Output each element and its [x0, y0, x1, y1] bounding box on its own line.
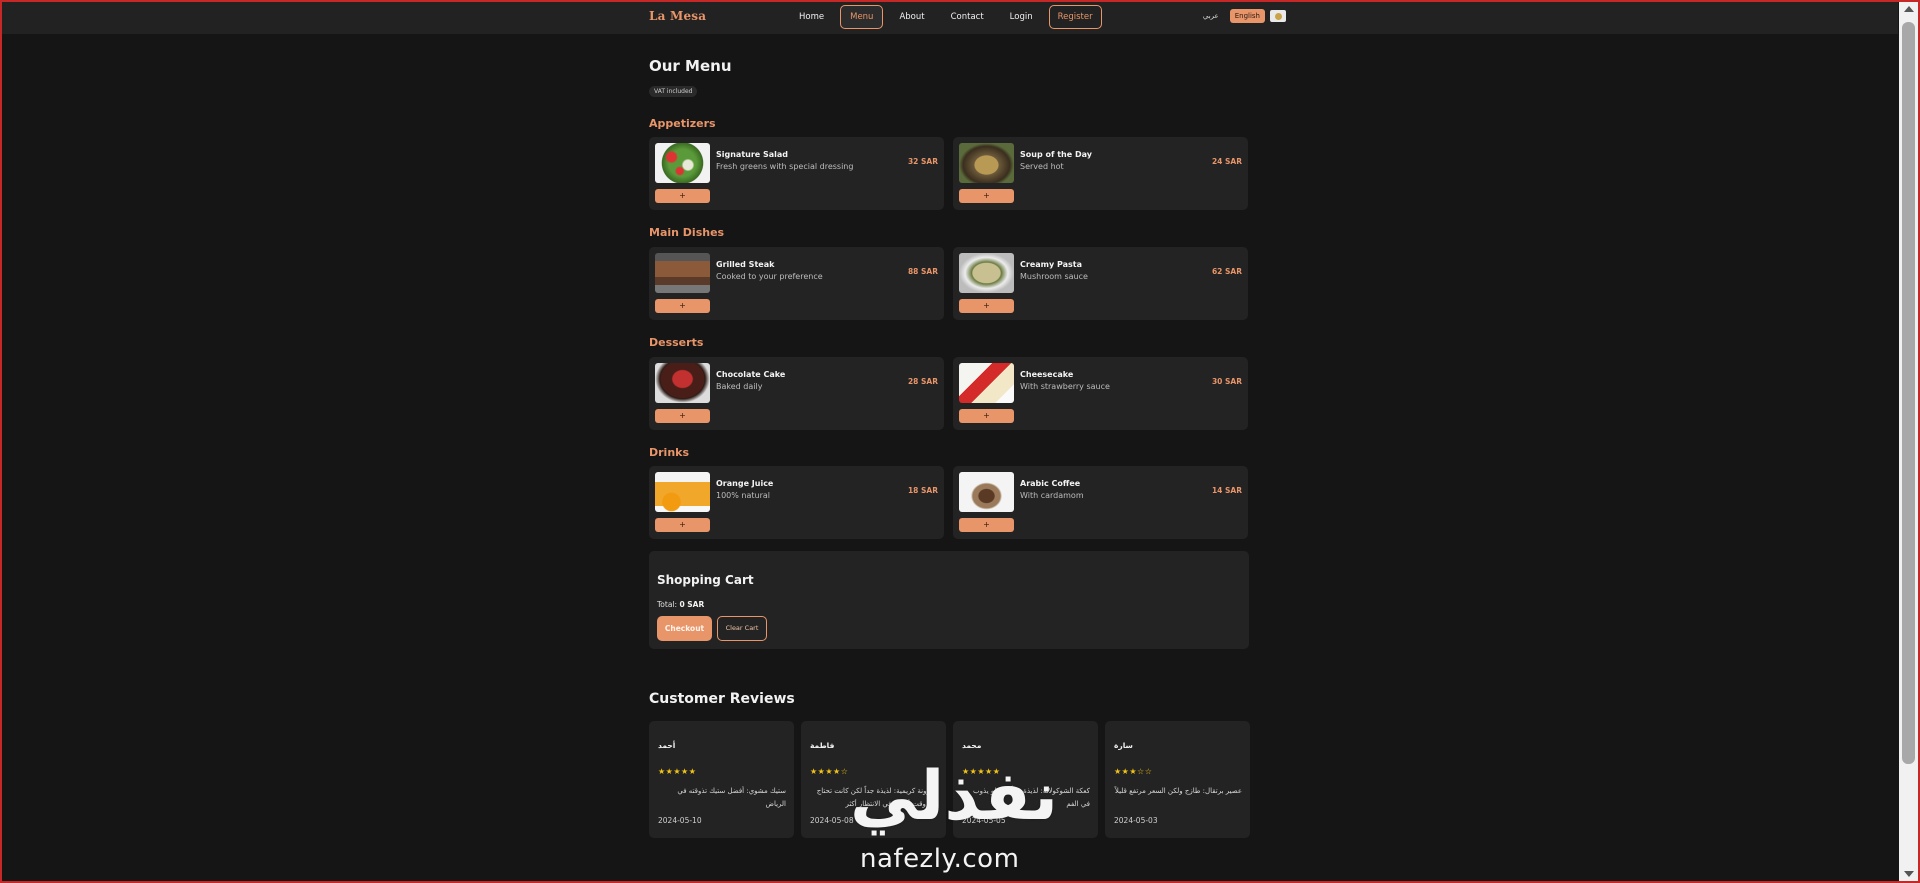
- page-title: Our Menu: [649, 57, 732, 75]
- food-image: [959, 472, 1014, 512]
- main-nav: Home Menu About Contact Login Register: [789, 5, 1102, 29]
- menu-item-price: 28 SAR: [907, 377, 938, 386]
- review-author: أحمد: [658, 741, 676, 750]
- food-image: [959, 143, 1014, 183]
- language-english[interactable]: English: [1229, 9, 1265, 23]
- menu-item-price: 62 SAR: [1211, 267, 1242, 276]
- add-to-cart-button[interactable]: +: [959, 518, 1014, 532]
- reviews-title: Customer Reviews: [649, 691, 795, 707]
- menu-item-name: Arabic Coffee: [1020, 479, 1081, 488]
- nav-home[interactable]: Home: [789, 5, 834, 29]
- menu-item-desc: With strawberry sauce: [1020, 382, 1110, 391]
- food-image: [959, 363, 1014, 403]
- nav-about[interactable]: About: [889, 5, 934, 29]
- menu-item-card: Chocolate Cake Baked daily 28 SAR +: [649, 357, 944, 430]
- review-card: أحمد ★★★★★ ستيك مشوي: أفضل ستيك تذوقته ف…: [649, 721, 794, 838]
- scroll-down-arrow-icon[interactable]: [1904, 871, 1914, 877]
- menu-item-desc: 100% natural: [716, 491, 771, 500]
- food-image: [959, 253, 1014, 293]
- add-to-cart-button[interactable]: +: [655, 299, 710, 313]
- cart-title: Shopping Cart: [657, 573, 754, 587]
- shopping-cart: Shopping Cart Total: 0 SAR Checkout Clea…: [649, 551, 1249, 649]
- menu-item-card: Grilled Steak Cooked to your preference …: [649, 247, 944, 320]
- menu-item-name: Grilled Steak: [716, 260, 775, 269]
- review-author: فاطمة: [810, 741, 835, 750]
- nav-login[interactable]: Login: [1000, 5, 1043, 29]
- menu-item-name: Signature Salad: [716, 150, 789, 159]
- language-switcher: عربي English: [1203, 9, 1286, 23]
- category-title-drinks: Drinks: [649, 446, 690, 459]
- food-image: [655, 472, 710, 512]
- menu-item-name: Creamy Pasta: [1020, 260, 1083, 269]
- category-title-desserts: Desserts: [649, 336, 704, 349]
- cart-total-value: 0 SAR: [679, 600, 705, 609]
- menu-item-price: 24 SAR: [1211, 157, 1242, 166]
- menu-item-desc: Cooked to your preference: [716, 272, 823, 281]
- review-date: 2024-05-10: [658, 816, 702, 825]
- brand-logo[interactable]: La Mesa: [649, 9, 706, 23]
- add-to-cart-button[interactable]: +: [959, 299, 1014, 313]
- menu-item-name: Cheesecake: [1020, 370, 1074, 379]
- add-to-cart-button[interactable]: +: [959, 189, 1014, 203]
- language-arabic[interactable]: عربي: [1203, 12, 1219, 20]
- menu-item-card: Arabic Coffee With cardamom 14 SAR +: [953, 466, 1248, 539]
- food-image: [655, 363, 710, 403]
- add-to-cart-button[interactable]: +: [959, 409, 1014, 423]
- menu-item-desc: Mushroom sauce: [1020, 272, 1088, 281]
- review-card: سارة ★★★☆☆ عصير برتقال: طازج ولكن السعر …: [1105, 721, 1250, 838]
- menu-item-card: Signature Salad Fresh greens with specia…: [649, 137, 944, 210]
- review-author: محمد: [962, 741, 982, 750]
- menu-item-price: 14 SAR: [1211, 486, 1242, 495]
- review-text: عصير برتقال: طازج ولكن السعر مرتفع قليلا…: [1114, 787, 1242, 795]
- add-to-cart-button[interactable]: +: [655, 518, 710, 532]
- menu-item-card: Orange Juice 100% natural 18 SAR +: [649, 466, 944, 539]
- add-to-cart-button[interactable]: +: [655, 409, 710, 423]
- review-stars: ★★★☆☆: [1114, 767, 1153, 776]
- review-stars: ★★★★☆: [810, 767, 849, 776]
- vat-badge: VAT included: [649, 86, 698, 97]
- nav-register-button[interactable]: Register: [1048, 5, 1102, 29]
- menu-item-name: Chocolate Cake: [716, 370, 786, 379]
- cart-total: Total: 0 SAR: [657, 600, 704, 609]
- food-image: [655, 143, 710, 183]
- review-stars: ★★★★★: [658, 767, 697, 776]
- add-to-cart-button[interactable]: +: [655, 189, 710, 203]
- review-author: سارة: [1114, 741, 1133, 750]
- cart-total-label: Total:: [657, 600, 678, 609]
- menu-item-price: 32 SAR: [907, 157, 938, 166]
- category-title-appetizers: Appetizers: [649, 117, 716, 130]
- menu-item-desc: Fresh greens with special dressing: [716, 162, 854, 171]
- clear-cart-button[interactable]: Clear Cart: [717, 616, 767, 641]
- menu-item-card: Cheesecake With strawberry sauce 30 SAR …: [953, 357, 1248, 430]
- menu-item-desc: Served hot: [1020, 162, 1064, 171]
- scroll-up-arrow-icon[interactable]: [1904, 6, 1914, 12]
- menu-item-card: Soup of the Day Served hot 24 SAR +: [953, 137, 1248, 210]
- menu-item-price: 30 SAR: [1211, 377, 1242, 386]
- menu-item-name: Orange Juice: [716, 479, 774, 488]
- menu-item-desc: With cardamom: [1020, 491, 1084, 500]
- flag-icon[interactable]: [1270, 10, 1286, 22]
- menu-item-desc: Baked daily: [716, 382, 763, 391]
- watermark-logo: نفذلي: [850, 757, 1060, 836]
- top-navbar: La Mesa Home Menu About Contact Login Re…: [0, 0, 1898, 34]
- scrollbar-thumb[interactable]: [1902, 22, 1915, 764]
- menu-item-card: Creamy Pasta Mushroom sauce 62 SAR +: [953, 247, 1248, 320]
- review-text: ستيك مشوي: أفضل ستيك تذوقته في الرياض: [677, 787, 786, 808]
- category-title-main-dishes: Main Dishes: [649, 226, 725, 239]
- nav-contact[interactable]: Contact: [941, 5, 994, 29]
- menu-item-price: 88 SAR: [907, 267, 938, 276]
- review-date: 2024-05-03: [1114, 816, 1158, 825]
- food-image: [655, 253, 710, 293]
- nav-menu[interactable]: Menu: [840, 5, 884, 29]
- checkout-button[interactable]: Checkout: [657, 616, 712, 641]
- review-date: 2024-05-08: [810, 816, 854, 825]
- menu-item-name: Soup of the Day: [1020, 150, 1092, 159]
- menu-item-price: 18 SAR: [907, 486, 938, 495]
- watermark-url: nafezly.com: [860, 844, 1020, 874]
